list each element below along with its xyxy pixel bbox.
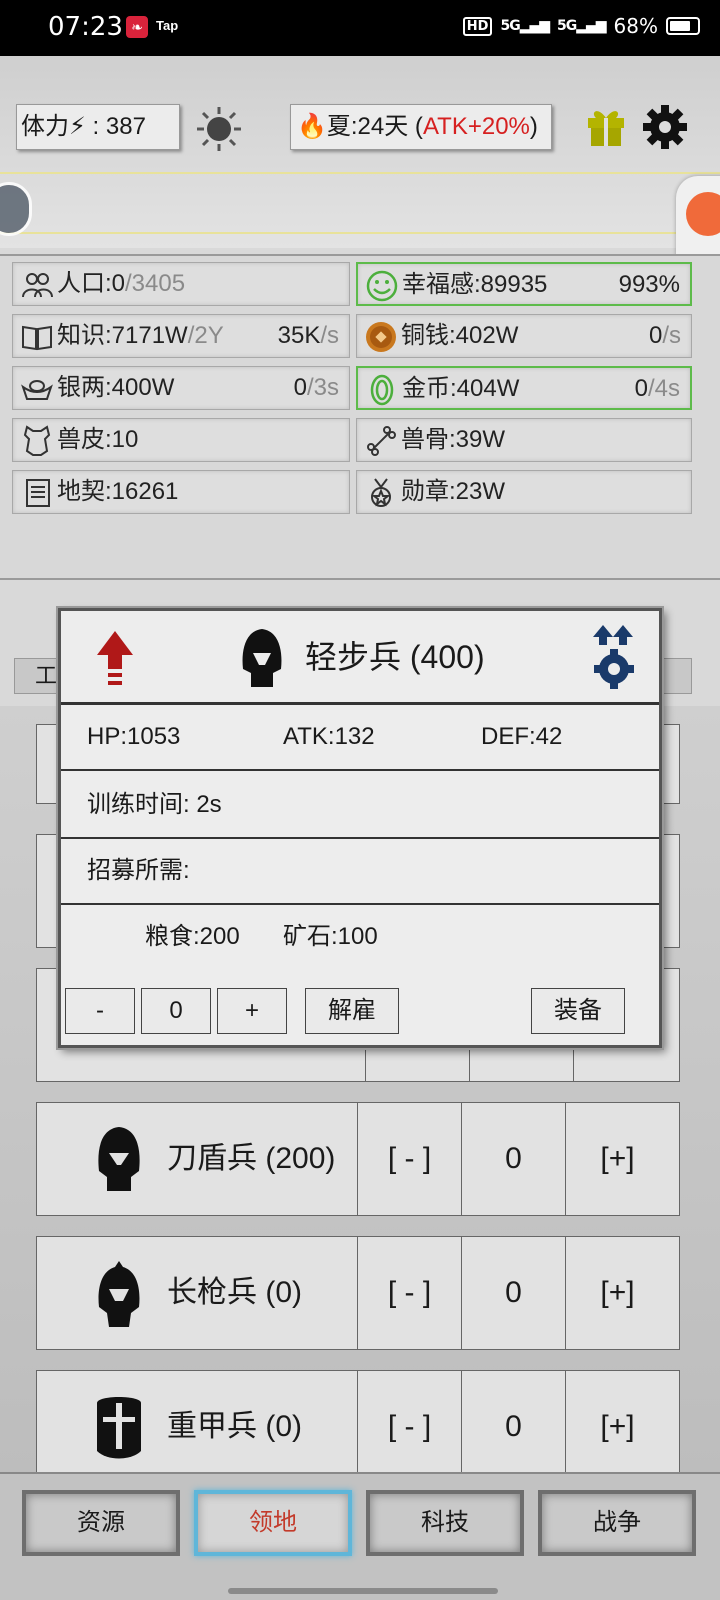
- silver-ingot-icon: [21, 380, 53, 400]
- increase-button[interactable]: [+]: [565, 1371, 669, 1483]
- hp-stat: HP:1053: [87, 723, 181, 750]
- resource-population: 人口:0/3405: [12, 262, 350, 306]
- upgrade-arrow-icon[interactable]: [95, 629, 135, 689]
- battery-percent: 68%: [613, 14, 658, 38]
- season-display: 🔥夏:24天 (ATK+20%): [290, 104, 552, 150]
- increase-button[interactable]: +: [217, 988, 287, 1034]
- fire-icon: 🔥: [297, 113, 327, 140]
- deed-icon: [26, 479, 50, 507]
- medal-icon: [371, 478, 391, 507]
- resource-bone: 兽骨:39W: [356, 418, 692, 462]
- stamina-display: 体力⚡ : 387: [16, 104, 180, 150]
- spartan-helmet-icon: [98, 1261, 140, 1327]
- lightning-icon: ⚡: [69, 113, 86, 140]
- resource-deed: 地契:16261: [12, 470, 350, 514]
- unit-count: 0: [461, 1103, 565, 1215]
- stamina-label: 体力: [21, 113, 69, 140]
- settings-gear-icon[interactable]: [642, 104, 688, 150]
- unit-name: 长枪兵 (0): [167, 1276, 302, 1309]
- dialog-title: 轻步兵 (400): [305, 639, 485, 675]
- signal-icon-2: 5G▂▄▆: [557, 18, 607, 34]
- increase-button[interactable]: [+]: [565, 1103, 669, 1215]
- unit-detail-dialog: 轻步兵 (400) HP:1053 ATK:132 DEF:42 训练时间: 2…: [58, 608, 662, 1048]
- season-bonus: ATK+20%: [422, 113, 530, 140]
- unit-row-spear: 长枪兵 (0) [ - ] 0 [+]: [36, 1236, 680, 1350]
- equip-button[interactable]: 装备: [531, 988, 625, 1034]
- coin-icon: [366, 322, 396, 352]
- sun-icon[interactable]: [196, 106, 242, 152]
- unit-row-shield: 刀盾兵 (200) [ - ] 0 [+]: [36, 1102, 680, 1216]
- spartan-helmet-icon: [242, 629, 282, 687]
- resource-medal: 勋章:23W: [356, 470, 692, 514]
- increase-button[interactable]: [+]: [565, 1237, 669, 1349]
- resource-hide: 兽皮:10: [12, 418, 350, 462]
- gift-icon[interactable]: [584, 104, 628, 148]
- quantity-field[interactable]: 0: [141, 988, 211, 1034]
- resource-gold: 金币:404W 0/4s: [356, 366, 692, 410]
- helmet-icon: [98, 1127, 140, 1191]
- dialog-header: 轻步兵 (400): [61, 611, 659, 705]
- atk-stat: ATK:132: [283, 723, 375, 750]
- battery-icon: [666, 17, 700, 35]
- nav-technology[interactable]: 科技: [366, 1490, 524, 1556]
- unit-name: 重甲兵 (0): [167, 1410, 302, 1443]
- smile-icon: [366, 270, 398, 302]
- unit-count: 0: [461, 1237, 565, 1349]
- bottom-nav: 资源 领地 科技 战争: [0, 1472, 720, 1600]
- book-icon: [22, 325, 52, 351]
- cost-food: 粮食:200: [145, 923, 240, 950]
- app-notification-icon: ❧: [126, 16, 148, 38]
- people-icon: [22, 273, 53, 298]
- top-bar: 体力⚡ : 387 🔥夏:24天 (ATK+20%): [0, 56, 720, 248]
- stats-row: HP:1053 ATK:132 DEF:42: [61, 705, 659, 771]
- status-bar: 07:23 ❧ Tap HD 5G▂▄▆ 5G▂▄▆ 68%: [0, 0, 720, 56]
- cost-ore: 矿石:100: [283, 923, 378, 950]
- train-time-row: 训练时间: 2s: [61, 773, 659, 839]
- stamina-value: 387: [105, 113, 146, 140]
- decrease-button[interactable]: [ - ]: [357, 1103, 461, 1215]
- clock: 07:23: [48, 12, 123, 42]
- home-indicator[interactable]: [228, 1588, 498, 1594]
- knight-helmet-icon: [97, 1397, 141, 1459]
- floating-assistant-button[interactable]: [0, 182, 32, 236]
- bone-icon: [367, 426, 396, 456]
- train-time: 训练时间: 2s: [87, 791, 222, 818]
- gold-coin-icon: [370, 374, 394, 406]
- decrease-button[interactable]: -: [65, 988, 135, 1034]
- tap-notification-icon: Tap: [156, 18, 179, 33]
- nav-territory[interactable]: 领地: [194, 1490, 352, 1556]
- unit-count: 0: [461, 1371, 565, 1483]
- resource-copper: 铜钱:402W 0/s: [356, 314, 692, 358]
- decrease-button[interactable]: [ - ]: [357, 1371, 461, 1483]
- resource-happiness: 幸福感:89935 993%: [356, 262, 692, 306]
- unit-row-heavy: 重甲兵 (0) [ - ] 0 [+]: [36, 1370, 680, 1484]
- dismiss-button[interactable]: 解雇: [305, 988, 399, 1034]
- decrease-button[interactable]: [ - ]: [357, 1237, 461, 1349]
- unit-name: 刀盾兵 (200): [167, 1142, 336, 1175]
- def-stat: DEF:42: [481, 723, 563, 750]
- hd-icon: HD: [462, 16, 493, 36]
- resource-silver: 银两:400W 0/3s: [12, 366, 350, 410]
- upgrade-gear-icon[interactable]: [589, 623, 639, 691]
- season-text: 夏:24天: [326, 113, 409, 140]
- nav-resources[interactable]: 资源: [22, 1490, 180, 1556]
- recruit-label-row: 招募所需:: [61, 839, 659, 905]
- signal-icon: 5G▂▄▆: [500, 18, 550, 34]
- resource-panel: 人口:0/3405 幸福感:89935 993% 知识:7171W/2Y 35K…: [0, 254, 720, 580]
- hide-icon: [23, 425, 51, 456]
- nav-war[interactable]: 战争: [538, 1490, 696, 1556]
- resource-knowledge: 知识:7171W/2Y 35K/s: [12, 314, 350, 358]
- cost-row: 粮食:200 矿石:100: [61, 905, 659, 971]
- recruit-label: 招募所需:: [87, 857, 190, 884]
